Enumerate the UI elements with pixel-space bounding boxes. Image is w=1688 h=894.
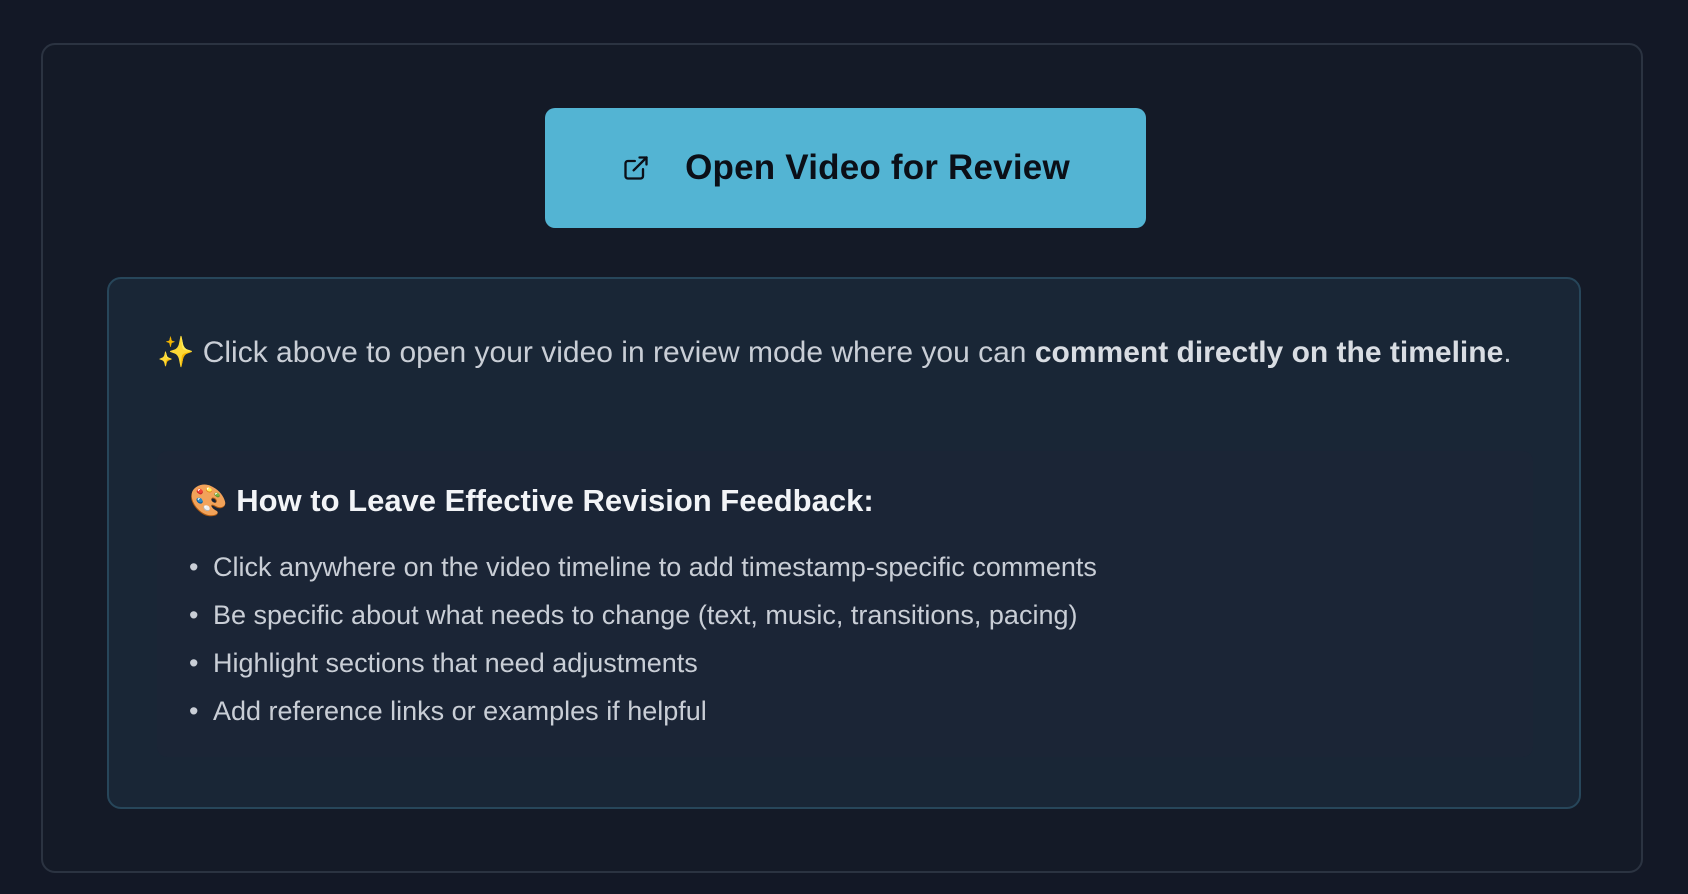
bullet-icon: • <box>189 552 199 582</box>
open-video-button[interactable]: Open Video for Review <box>545 108 1146 228</box>
tips-list: • Click anywhere on the video timeline to… <box>189 543 1097 735</box>
palette-icon: 🎨 <box>189 483 228 518</box>
sparkles-icon: ✨ <box>157 336 195 369</box>
list-item: • Click anywhere on the video timeline to… <box>189 543 1097 591</box>
review-card: Open Video for Review ✨ Click above to o… <box>41 43 1643 873</box>
list-item: • Highlight sections that need adjustment… <box>189 639 1097 687</box>
tips-title-text: How to Leave Effective Revision Feedback… <box>227 483 874 518</box>
bullet-icon: • <box>189 648 199 678</box>
list-item-text: Be specific about what needs to change (… <box>213 600 1078 630</box>
bullet-icon: • <box>189 696 199 726</box>
intro-text: ✨ Click above to open your video in revi… <box>157 329 1537 377</box>
list-item-text: Add reference links or examples if helpf… <box>213 696 707 726</box>
intro-text-after: . <box>1503 336 1512 369</box>
list-item: • Be specific about what needs to change … <box>189 591 1097 639</box>
intro-text-before: Click above to open your video in review… <box>194 336 1035 369</box>
open-video-button-label: Open Video for Review <box>685 148 1070 187</box>
list-item: • Add reference links or examples if help… <box>189 687 1097 735</box>
tips-title: 🎨 How to Leave Effective Revision Feedba… <box>189 481 874 521</box>
bullet-icon: • <box>189 600 199 630</box>
list-item-text: Click anywhere on the video timeline to … <box>213 552 1097 582</box>
intro-bold-text: comment directly on the timeline <box>1034 336 1504 369</box>
feedback-tips-box: 🎨 How to Leave Effective Revision Feedba… <box>157 451 1533 757</box>
external-link-icon <box>621 153 651 183</box>
info-panel: ✨ Click above to open your video in revi… <box>107 277 1581 809</box>
list-item-text: Highlight sections that need adjustments <box>213 648 698 678</box>
